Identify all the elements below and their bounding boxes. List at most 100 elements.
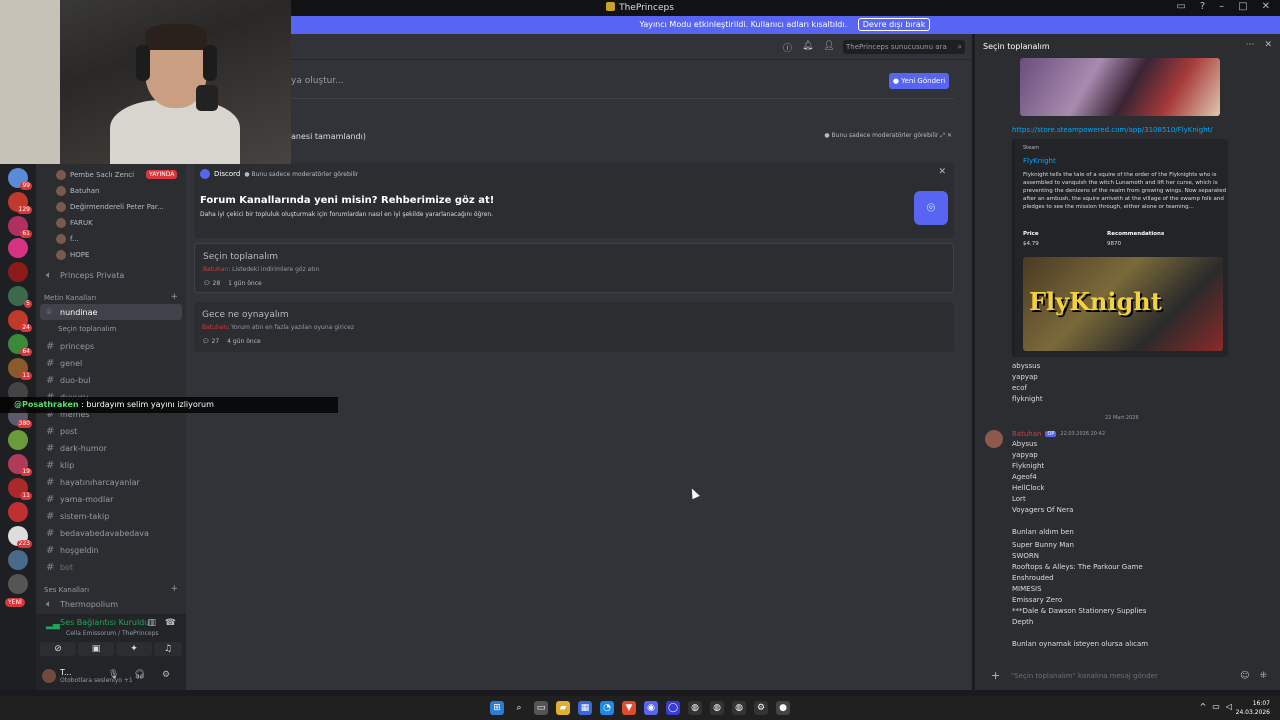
settings-icon[interactable]: ⚙: [754, 701, 768, 715]
task-view-icon[interactable]: ▭: [534, 701, 548, 715]
windows-start-icon[interactable]: ⊞: [490, 701, 504, 715]
voice-user[interactable]: FARUK: [56, 215, 93, 231]
add-voice-channel-icon[interactable]: +: [170, 584, 178, 594]
forum-post[interactable]: Gece ne oynayalım Batuhan: Yorum atın en…: [194, 302, 954, 352]
new-post-prompt[interactable]: ya oluştur...: [291, 76, 344, 86]
server-icon[interactable]: 11: [8, 358, 32, 380]
server-icon[interactable]: 223: [8, 526, 32, 548]
embed-title[interactable]: FlyKnight: [1023, 157, 1056, 165]
voice-channel-princeps-privata[interactable]: 🔈︎ Princeps Privata: [40, 267, 182, 283]
server-icon[interactable]: 5: [8, 286, 32, 308]
help-icon[interactable]: ?: [1200, 1, 1205, 12]
app-icon[interactable]: ◍: [710, 701, 724, 715]
voice-user[interactable]: f...: [56, 231, 79, 247]
steam-link[interactable]: https://store.steampowered.com/app/31085…: [1012, 126, 1213, 134]
network-icon[interactable]: ▭: [1212, 702, 1220, 711]
inbox-icon[interactable]: ▭: [1176, 1, 1185, 12]
server-icon[interactable]: [8, 574, 28, 594]
server-icon[interactable]: 99: [8, 168, 32, 190]
channel-item[interactable]: # klip: [40, 457, 182, 473]
server-icon[interactable]: 129: [8, 192, 32, 214]
taskbar-clock[interactable]: 16:07 24.03.2026: [1236, 699, 1270, 717]
channel-item[interactable]: # bot: [40, 559, 182, 575]
voice-user[interactable]: Pembe Saclı Zenci: [56, 167, 134, 183]
activities-button[interactable]: ✦: [116, 642, 152, 656]
app-icon[interactable]: ◍: [732, 701, 746, 715]
channel-item[interactable]: # sistem-takip: [40, 508, 182, 524]
game-image[interactable]: FlyKnight: [1023, 257, 1223, 351]
message-input[interactable]: + "Seçin toplanalım" kanalına mesaj gönd…: [983, 666, 1273, 686]
voice-location[interactable]: Cella Emissorum / ThePrinceps: [66, 630, 159, 637]
voice-user[interactable]: Batuhan: [56, 183, 99, 199]
channel-item[interactable]: # hayatınıharcayanlar: [40, 474, 182, 490]
search-icon[interactable]: ⌕: [512, 701, 526, 715]
plus-icon[interactable]: +: [991, 666, 1000, 686]
screen-share-button[interactable]: ▣: [78, 642, 114, 656]
attached-image[interactable]: [1020, 58, 1220, 116]
channel-item[interactable]: # yama-modlar: [40, 491, 182, 507]
server-icon[interactable]: [8, 262, 28, 282]
hash-icon: #: [46, 476, 55, 488]
thread-item[interactable]: Seçin toplanalım: [40, 321, 182, 337]
edge-icon[interactable]: ◔: [600, 701, 614, 715]
disconnect-icon[interactable]: ☎: [165, 618, 176, 628]
settings-gear-icon[interactable]: ⚙: [162, 670, 170, 680]
channel-item[interactable]: # princeps: [40, 338, 182, 354]
info-icon[interactable]: ⓘ: [783, 41, 792, 54]
server-icon[interactable]: 61: [8, 216, 32, 238]
close-button[interactable]: ✕: [1262, 1, 1270, 12]
file-explorer-icon[interactable]: ▰: [556, 701, 570, 715]
voice-user[interactable]: Değirmendereli Peter Par...: [56, 199, 164, 215]
emoji-icon[interactable]: ☺: [1240, 666, 1249, 686]
server-icon[interactable]: 64: [8, 334, 32, 356]
app-icon[interactable]: ●: [776, 701, 790, 715]
disable-streamer-mode-button[interactable]: Devre dışı bırak: [857, 18, 931, 31]
discord-taskbar-icon[interactable]: ◉: [644, 701, 658, 715]
soundboard-button[interactable]: ♫: [154, 642, 182, 656]
channel-item[interactable]: # duo-bul: [40, 372, 182, 388]
server-icon[interactable]: [8, 550, 28, 570]
maximize-button[interactable]: □: [1238, 1, 1247, 12]
channel-nundinae[interactable]: ⌾ nundinae: [40, 304, 182, 320]
price-label: Price: [1023, 231, 1039, 237]
brave-icon[interactable]: ▼: [622, 701, 636, 715]
channel-item[interactable]: # genel: [40, 355, 182, 371]
bell-icon[interactable]: 🔔︎: [802, 41, 813, 54]
avatar[interactable]: [985, 430, 1003, 448]
voice-user[interactable]: HOPE: [56, 247, 89, 263]
camera-button[interactable]: ⊘: [40, 642, 76, 656]
close-thread-icon[interactable]: ✕: [1264, 40, 1272, 50]
server-icon[interactable]: [8, 238, 28, 258]
store-icon[interactable]: ▦: [578, 701, 592, 715]
search-input[interactable]: ThePrinceps sunucusunu ara ⌕: [843, 40, 965, 54]
server-icon[interactable]: [8, 430, 28, 450]
app-icon[interactable]: ◯: [666, 701, 680, 715]
server-icon[interactable]: [8, 502, 28, 522]
server-icon[interactable]: 19: [8, 454, 32, 476]
apps-icon[interactable]: ⁜: [1259, 666, 1267, 686]
channel-item[interactable]: # post: [40, 423, 182, 439]
server-icon[interactable]: 24: [8, 310, 32, 332]
category-voice-channels[interactable]: Ses Kanalları: [44, 586, 89, 594]
add-channel-icon[interactable]: +: [170, 292, 178, 302]
members-icon[interactable]: 👤︎: [823, 41, 834, 54]
app-icon[interactable]: ◍: [688, 701, 702, 715]
microphone-icon[interactable]: 🎙︎: [108, 670, 119, 680]
voice-channel-thermopolium[interactable]: 🔈︎ Thermopolium: [40, 596, 182, 612]
forum-post[interactable]: Seçin toplanalım Batuhan: Listedeki indi…: [194, 243, 954, 293]
headset-icon[interactable]: 🎧︎: [134, 670, 145, 680]
minimize-button[interactable]: –: [1219, 1, 1224, 12]
close-card-icon[interactable]: ✕: [938, 167, 946, 177]
category-text-channels[interactable]: Metin Kanalları: [44, 294, 96, 302]
noise-suppression-icon[interactable]: ▥: [147, 618, 156, 628]
chevron-up-icon[interactable]: ^: [1200, 702, 1207, 711]
more-icon[interactable]: ⋯: [1245, 40, 1254, 50]
server-icon[interactable]: 11: [8, 478, 32, 500]
channel-item[interactable]: # bedavabedavabedava: [40, 525, 182, 541]
message-line: Emissary Zero: [1012, 596, 1063, 604]
channel-item[interactable]: # hoşgeldin: [40, 542, 182, 558]
channel-item[interactable]: # dark-humor: [40, 440, 182, 456]
server-rail: 99 129 61 5 24 64 11 380 19 11 223 YENİ: [0, 164, 36, 690]
new-post-button[interactable]: ● Yeni Gönderi: [889, 73, 949, 89]
speaker-icon[interactable]: ◁: [1226, 702, 1232, 711]
